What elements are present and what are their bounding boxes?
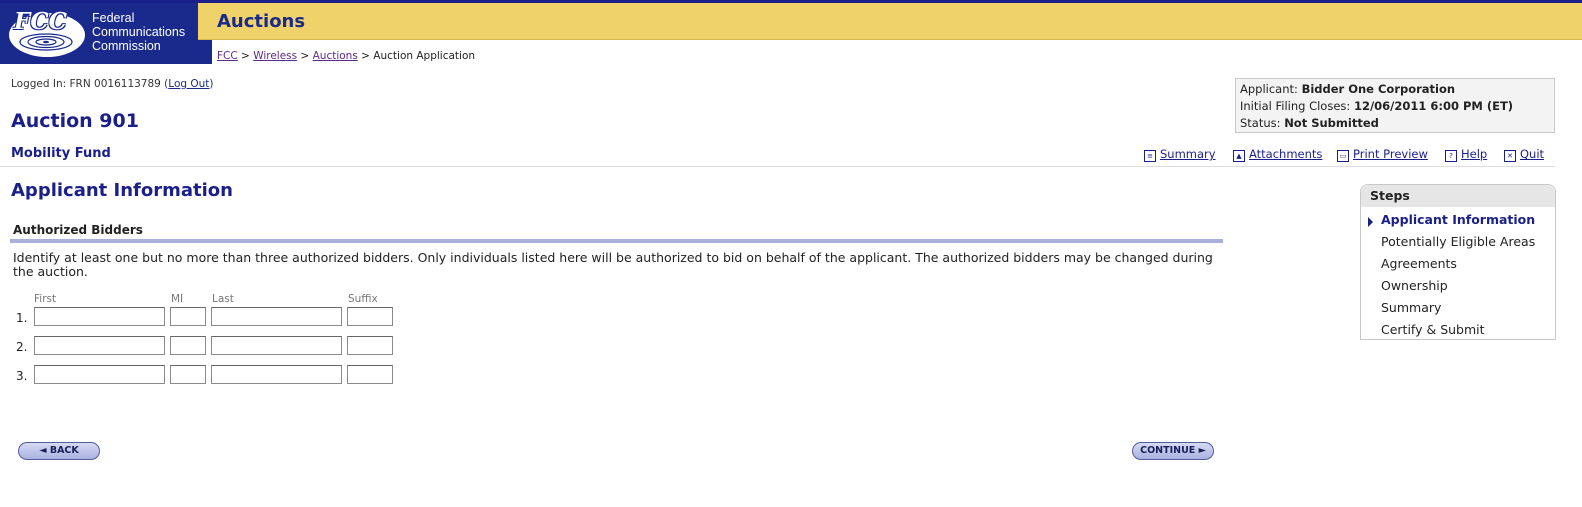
bidder-2-mi-input[interactable] xyxy=(170,336,206,355)
logo-text: FCC xyxy=(14,8,67,35)
breadcrumb-link-fcc[interactable]: FCC xyxy=(217,50,238,62)
status-label: Status: xyxy=(1240,116,1285,130)
steps-panel: Steps Applicant Information Potentially … xyxy=(1360,184,1556,340)
step-ownership[interactable]: Ownership xyxy=(1381,278,1448,293)
breadcrumb-separator: > xyxy=(357,50,374,62)
step-certify-submit[interactable]: Certify & Submit xyxy=(1381,322,1485,337)
summary-icon: ≡ xyxy=(1144,150,1156,162)
bidder-1-last-input[interactable] xyxy=(211,307,342,326)
quit-link[interactable]: ✕ Quit xyxy=(1504,147,1544,162)
header-divider xyxy=(0,166,1555,167)
applicant-status-box: Applicant: Bidder One Corporation Initia… xyxy=(1235,78,1555,133)
status-value: Not Submitted xyxy=(1284,116,1379,130)
bidder-3-mi-input[interactable] xyxy=(170,365,206,384)
steps-heading: Steps xyxy=(1361,185,1555,207)
breadcrumb-current: Auction Application xyxy=(373,50,476,62)
step-applicant-information[interactable]: Applicant Information xyxy=(1381,212,1535,227)
logout-link[interactable]: Log Out xyxy=(168,78,209,90)
bidder-2-first-input[interactable] xyxy=(34,336,165,355)
quit-link-label: Quit xyxy=(1520,147,1545,161)
agency-name-line: Commission xyxy=(92,39,161,53)
header-banner: Auctions xyxy=(198,3,1582,40)
print-preview-link-label: Print Preview xyxy=(1353,147,1428,161)
filing-closes-label: Initial Filing Closes: xyxy=(1240,99,1354,113)
instructions-text: Identify at least one but no more than t… xyxy=(13,250,1213,279)
attachments-icon: ▲ xyxy=(1233,150,1245,162)
bidder-2-suffix-input[interactable] xyxy=(347,336,393,355)
row-number: 3. xyxy=(16,369,28,383)
agency-name: Federal Communications Commission xyxy=(92,11,185,53)
print-icon: ▭ xyxy=(1337,150,1349,162)
agency-name-line: Federal xyxy=(92,11,135,25)
login-status: Logged In: FRN 0016113789 (Log Out) xyxy=(11,78,214,90)
column-label-mi: MI xyxy=(171,293,184,305)
subsection-rule xyxy=(10,239,1223,243)
current-step-arrow-icon xyxy=(1368,217,1373,227)
breadcrumb-link-wireless[interactable]: Wireless xyxy=(253,50,297,62)
filing-closes-value: 12/06/2011 6:00 PM (ET) xyxy=(1353,99,1514,113)
step-potentially-eligible-areas[interactable]: Potentially Eligible Areas xyxy=(1381,234,1535,249)
bidder-1-mi-input[interactable] xyxy=(170,307,206,326)
print-preview-link[interactable]: ▭ Print Preview xyxy=(1337,147,1428,162)
bidder-3-suffix-input[interactable] xyxy=(347,365,393,384)
login-status-text: Logged In: FRN 0016113789 ( xyxy=(11,78,169,90)
summary-link-label: Summary xyxy=(1160,147,1216,161)
applicant-line: Applicant: Bidder One Corporation xyxy=(1240,81,1554,98)
subsection-heading: Authorized Bidders xyxy=(13,223,143,237)
banner-title: Auctions xyxy=(217,11,306,32)
breadcrumb: FCC > Wireless > Auctions > Auction Appl… xyxy=(217,50,475,62)
agency-name-line: Communications xyxy=(92,25,186,39)
bidder-1-first-input[interactable] xyxy=(34,307,165,326)
bidder-2-last-input[interactable] xyxy=(211,336,342,355)
column-label-first: First xyxy=(34,293,57,305)
quit-icon: ✕ xyxy=(1504,150,1516,162)
breadcrumb-separator: > xyxy=(297,50,313,62)
applicant-label: Applicant: xyxy=(1240,82,1302,96)
breadcrumb-link-auctions[interactable]: Auctions xyxy=(313,50,358,62)
help-link-label: Help xyxy=(1461,147,1488,161)
bidder-1-suffix-input[interactable] xyxy=(347,307,393,326)
step-agreements[interactable]: Agreements xyxy=(1381,256,1457,271)
row-number: 1. xyxy=(16,311,28,325)
attachments-link[interactable]: ▲ Attachments xyxy=(1233,147,1322,162)
attachments-link-label: Attachments xyxy=(1249,147,1323,161)
page-subtitle: Mobility Fund xyxy=(11,146,111,161)
applicant-value: Bidder One Corporation xyxy=(1301,82,1456,96)
filing-closes-line: Initial Filing Closes: 12/06/2011 6:00 P… xyxy=(1240,98,1554,115)
breadcrumb-separator: > xyxy=(237,50,254,62)
status-line: Status: Not Submitted xyxy=(1240,115,1554,132)
row-number: 2. xyxy=(16,340,28,354)
summary-link[interactable]: ≡ Summary xyxy=(1144,147,1216,162)
page-title: Auction 901 xyxy=(11,110,139,132)
continue-button[interactable]: CONTINUE ► xyxy=(1132,442,1214,460)
fcc-logo[interactable]: FCC Federal Communications Commission xyxy=(0,3,212,64)
login-status-suffix: ) xyxy=(209,78,214,90)
section-title: Applicant Information xyxy=(11,180,233,201)
help-link[interactable]: ? Help xyxy=(1445,147,1487,162)
bidder-3-first-input[interactable] xyxy=(34,365,165,384)
back-button[interactable]: ◄ BACK xyxy=(18,442,100,460)
step-summary[interactable]: Summary xyxy=(1381,300,1441,315)
column-label-suffix: Suffix xyxy=(348,293,378,305)
help-icon: ? xyxy=(1445,150,1457,162)
column-label-last: Last xyxy=(212,293,234,305)
bidder-3-last-input[interactable] xyxy=(211,365,342,384)
